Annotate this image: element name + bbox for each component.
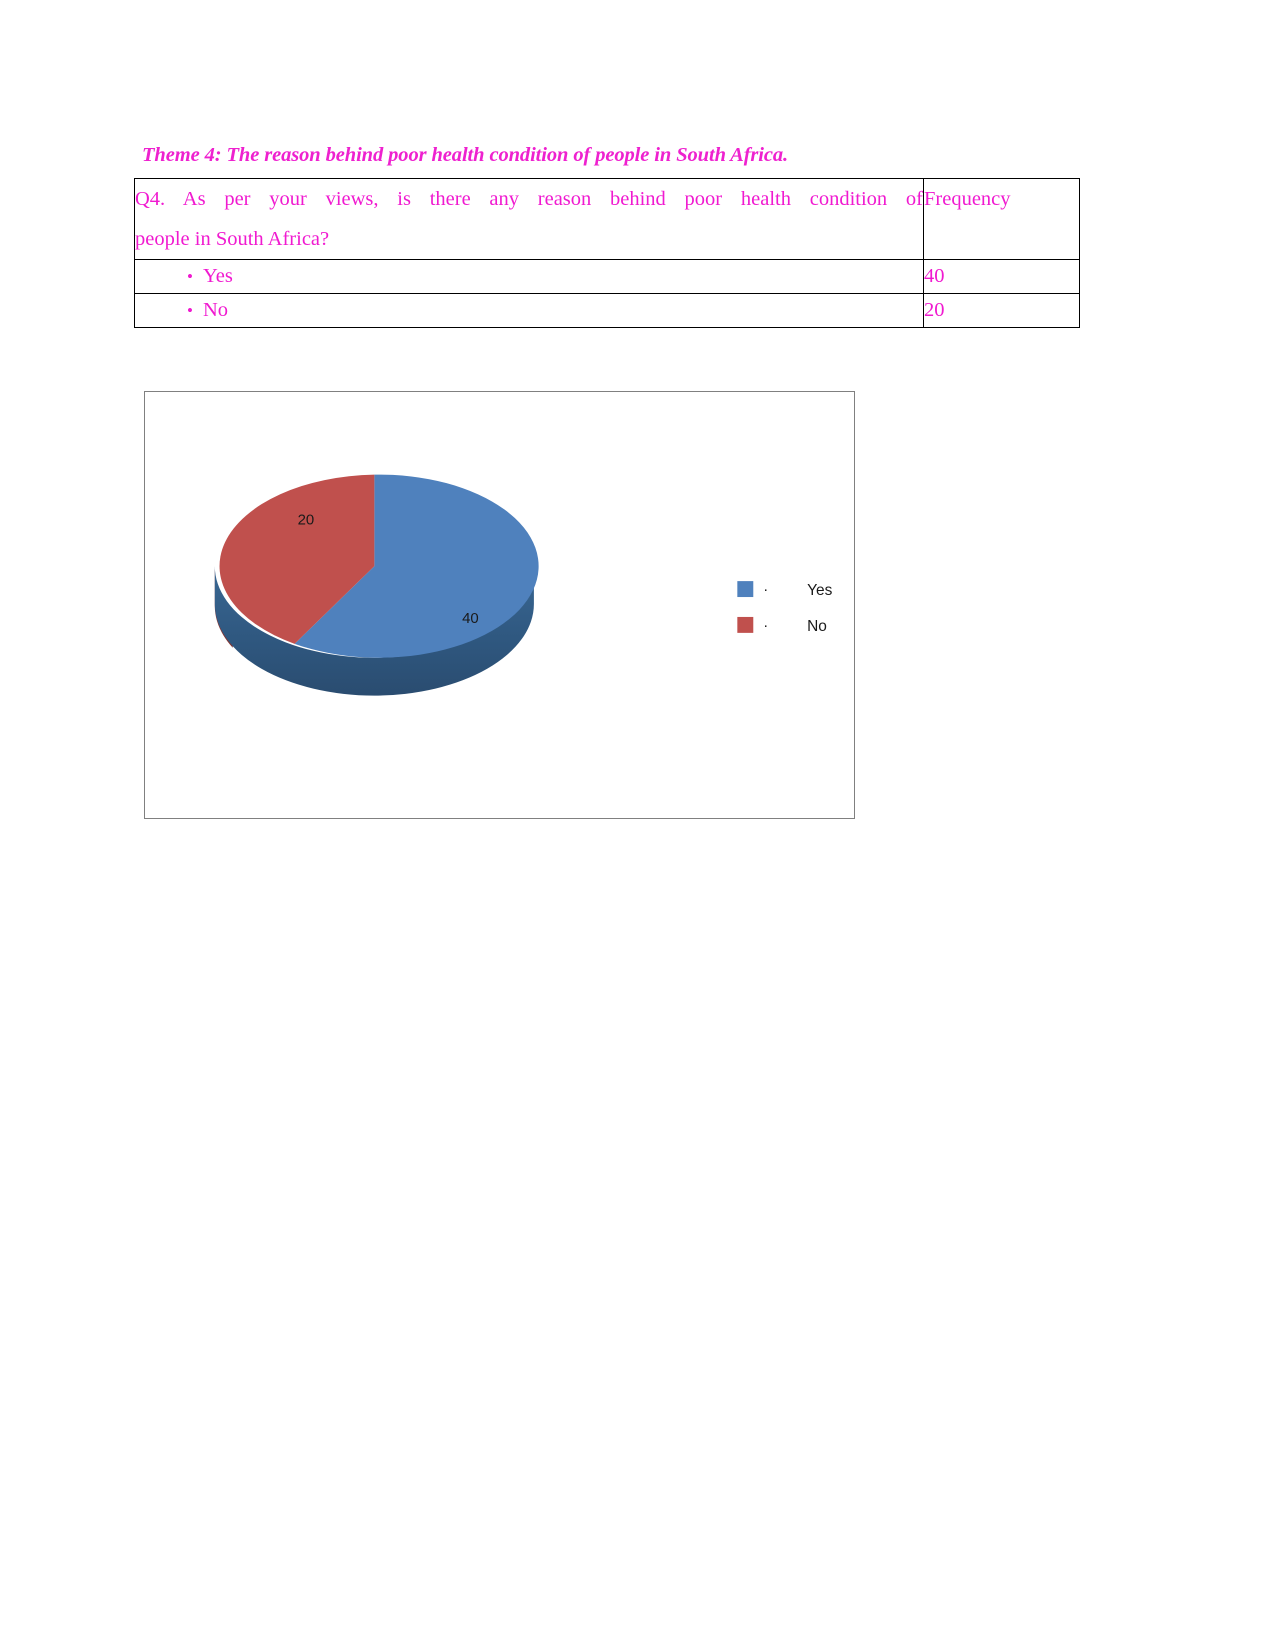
question-cell: Q4. As per your views, is there any reas…	[134, 178, 924, 260]
legend-item-yes[interactable]: · Yes	[737, 581, 833, 599]
option-cell-no: • No	[134, 293, 924, 328]
document-page: Theme 4: The reason behind poor health c…	[0, 0, 1275, 1651]
pie-data-label-yes: 40	[462, 610, 479, 627]
legend-label-no: No	[807, 618, 827, 635]
legend-item-no[interactable]: · No	[737, 617, 827, 635]
legend-bullet-icon: ·	[763, 581, 768, 598]
frequency-header-cell: Frequency	[923, 178, 1080, 260]
table-row: • No 20	[134, 293, 1080, 328]
option-cell-yes: • Yes	[134, 259, 924, 294]
legend-bullet-icon: ·	[763, 617, 768, 634]
legend-swatch-no	[737, 616, 754, 633]
pie-chart-svg: 20 40 · Yes · No	[214, 474, 833, 696]
question-line-2: people in South Africa?	[135, 228, 330, 250]
frequency-table: Q4. As per your views, is there any reas…	[134, 178, 1080, 328]
bullet-icon: •	[187, 267, 193, 286]
legend-label-yes: Yes	[807, 582, 832, 599]
pie-data-label-no: 20	[298, 511, 315, 528]
pie-chart-container: 20 40 · Yes · No	[144, 391, 855, 819]
chart-legend: · Yes · No	[737, 581, 833, 635]
table-row: • Yes 40	[134, 259, 1080, 294]
bullet-icon: •	[187, 301, 193, 320]
option-label-yes: Yes	[203, 265, 233, 287]
legend-swatch-yes	[737, 581, 754, 598]
frequency-value-no: 20	[923, 293, 1080, 328]
option-label-no: No	[203, 299, 229, 321]
frequency-value-yes: 40	[923, 259, 1080, 294]
question-line-1: Q4. As per your views, is there any reas…	[135, 188, 923, 210]
table-header-row: Q4. As per your views, is there any reas…	[134, 178, 1080, 260]
page-title: Theme 4: The reason behind poor health c…	[142, 144, 789, 166]
